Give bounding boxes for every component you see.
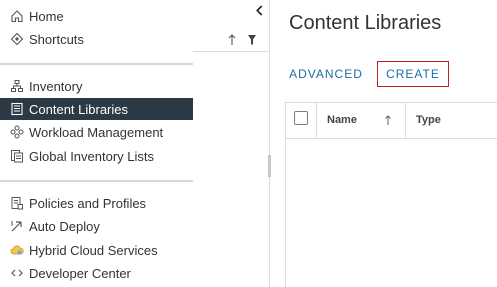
nav-item-shortcuts[interactable]: Shortcuts	[0, 28, 193, 50]
sort-ascending-icon[interactable]	[227, 33, 237, 47]
shortcuts-icon	[10, 32, 24, 46]
column-label: Type	[416, 114, 441, 126]
nav-item-label: Inventory	[29, 78, 83, 94]
cloud-icon	[10, 243, 24, 257]
nav-divider	[0, 63, 193, 65]
grid-header: Name Type	[286, 103, 497, 139]
chevron-left-icon	[255, 4, 262, 16]
column-header-type[interactable]: Type	[406, 103, 497, 138]
nav-item-label: Developer Center	[29, 265, 131, 281]
select-all-cell	[286, 103, 317, 138]
nav-item-label: Shortcuts	[29, 31, 84, 47]
column-header-name[interactable]: Name	[317, 103, 406, 138]
advanced-button[interactable]: ADVANCED	[285, 61, 367, 87]
main-content: Content Libraries ADVANCED CREATE Name T…	[271, 0, 497, 287]
nav-item-label: Content Libraries	[29, 101, 128, 117]
nav-item-label: Policies and Profiles	[29, 195, 147, 211]
lists-icon	[10, 149, 24, 163]
library-icon	[10, 102, 24, 116]
nav-item-global-inventory-lists[interactable]: Global Inventory Lists	[0, 145, 193, 167]
nav-item-label: Global Inventory Lists	[29, 148, 155, 164]
tree-toolbar	[193, 28, 270, 52]
nav-item-developer-center[interactable]: Developer Center	[0, 262, 193, 284]
sort-arrow-up-icon	[385, 115, 391, 125]
content-libraries-grid: Name Type	[285, 102, 497, 287]
nav-item-label: Workload Management	[29, 124, 164, 140]
nav-item-home[interactable]: Home	[0, 5, 193, 27]
nav-item-content-libraries[interactable]: Content Libraries	[0, 98, 193, 120]
inventory-tree-panel	[193, 0, 270, 287]
page-title: Content Libraries	[289, 12, 442, 34]
select-all-checkbox[interactable]	[294, 111, 308, 125]
create-button[interactable]: CREATE	[377, 61, 449, 87]
nav-item-workload-management[interactable]: Workload Management	[0, 121, 193, 143]
inventory-icon	[10, 79, 24, 93]
home-icon	[10, 9, 24, 23]
left-navigation: Home Shortcuts Inventory Content Librari…	[0, 0, 193, 287]
column-label: Name	[327, 114, 357, 126]
nav-item-label: Home	[29, 8, 64, 24]
workload-icon	[10, 125, 24, 139]
code-icon	[10, 266, 24, 280]
auto-deploy-icon	[10, 219, 24, 233]
filter-icon[interactable]	[247, 34, 257, 46]
policies-icon	[10, 196, 24, 210]
nav-item-policies-and-profiles[interactable]: Policies and Profiles	[0, 192, 193, 214]
nav-item-label: Auto Deploy	[29, 218, 100, 234]
nav-item-inventory[interactable]: Inventory	[0, 75, 193, 97]
collapse-panel-button[interactable]	[253, 2, 265, 18]
nav-item-hybrid-cloud-services[interactable]: Hybrid Cloud Services	[0, 239, 193, 261]
nav-item-auto-deploy[interactable]: Auto Deploy	[0, 215, 193, 237]
nav-divider	[0, 180, 193, 182]
nav-item-label: Hybrid Cloud Services	[29, 242, 158, 258]
